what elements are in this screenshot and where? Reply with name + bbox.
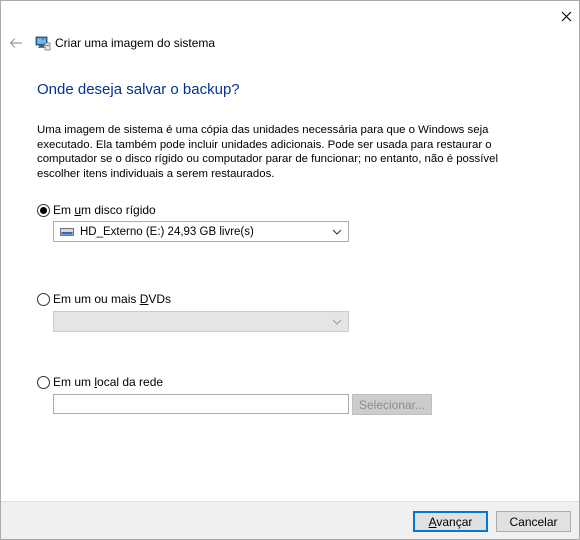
radio-dvd[interactable]: Em um ou mais DVDs [37,292,171,306]
radio-network[interactable]: Em um local da rede [37,375,163,389]
radio-button-unchecked[interactable] [37,292,50,306]
window-title: Criar uma imagem do sistema [55,36,216,50]
next-button[interactable]: Avançar [413,511,488,532]
dvd-dropdown [53,311,349,332]
page-description: Uma imagem de sistema é uma cópia das un… [37,124,498,180]
radio-hard-disk[interactable]: Em um disco rígido [37,203,156,217]
radio-button-unchecked[interactable] [37,375,50,389]
back-arrow-icon [9,38,22,48]
hard-disk-dropdown[interactable]: HD_Externo (E:) 24,93 GB livre(s) [53,221,349,242]
page-heading: Onde deseja salvar o backup? [37,81,240,98]
cancel-button[interactable]: Cancelar [496,511,571,532]
close-icon [561,11,571,21]
network-path-input[interactable] [53,394,349,414]
next-button-label: Avançar [428,514,473,529]
drive-icon [60,227,74,236]
back-button[interactable] [7,35,25,51]
backup-app-icon [35,36,51,51]
select-network-button[interactable]: Selecionar... [352,394,432,415]
dialog-window: Criar uma imagem do sistema Onde deseja … [0,0,580,540]
radio-button-checked[interactable] [37,203,50,217]
dialog-footer [1,501,579,539]
hard-disk-dropdown-value: HD_Externo (E:) 24,93 GB livre(s) [80,225,254,238]
radio-hard-disk-label: Em um disco rígido [53,203,156,217]
select-network-button-label: Selecionar... [358,397,426,412]
chevron-down-icon [332,229,342,235]
cancel-button-label: Cancelar [509,514,558,529]
radio-network-label: Em um local da rede [53,375,164,389]
close-button[interactable] [553,5,579,27]
radio-dvd-label: Em um ou mais DVDs [53,292,172,306]
chevron-down-icon [332,319,342,325]
